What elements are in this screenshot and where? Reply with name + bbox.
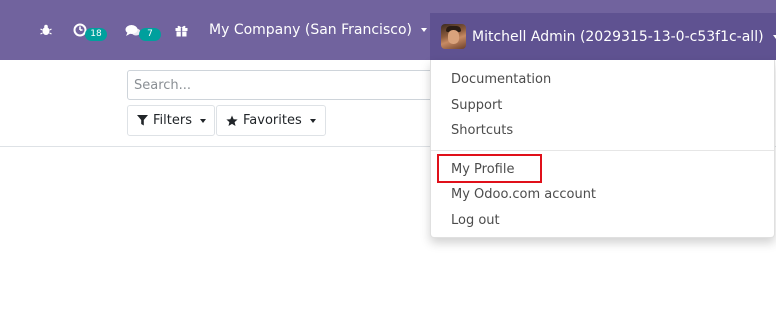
- activities-badge: 18: [85, 28, 107, 41]
- menu-item-odoo-account[interactable]: My Odoo.com account: [451, 187, 596, 202]
- search-field[interactable]: [127, 70, 447, 100]
- filter-icon: [137, 115, 148, 126]
- star-icon: [226, 115, 238, 127]
- company-name: My Company (San Francisco): [209, 22, 412, 38]
- messages-button[interactable]: 7: [125, 0, 161, 60]
- menu-item-log-out[interactable]: Log out: [451, 213, 500, 228]
- filters-button[interactable]: Filters: [127, 105, 215, 136]
- menu-item-shortcuts[interactable]: Shortcuts: [451, 123, 513, 138]
- menu-divider: [431, 150, 774, 151]
- favorites-label: Favorites: [243, 113, 302, 128]
- chevron-down-icon: [772, 34, 776, 39]
- filters-label: Filters: [153, 113, 192, 128]
- activities-button[interactable]: 18: [73, 0, 107, 60]
- company-switcher[interactable]: My Company (San Francisco): [209, 0, 427, 60]
- chevron-down-icon: [420, 28, 427, 32]
- user-name-toggle[interactable]: Mitchell Admin (2029315-13-0-c53f1c-all): [472, 13, 776, 60]
- menu-item-documentation[interactable]: Documentation: [451, 72, 551, 87]
- chevron-down-icon: [309, 118, 316, 123]
- gift-button[interactable]: [175, 0, 188, 60]
- favorites-button[interactable]: Favorites: [216, 105, 326, 136]
- search-input[interactable]: [128, 71, 446, 99]
- avatar: [441, 24, 466, 49]
- user-name: Mitchell Admin (2029315-13-0-c53f1c-all): [472, 28, 764, 45]
- chevron-down-icon: [199, 118, 206, 123]
- messages-badge: 7: [139, 28, 161, 41]
- menu-item-support[interactable]: Support: [451, 98, 502, 113]
- highlight-box: [437, 154, 542, 183]
- bug-icon: [40, 24, 52, 35]
- gift-icon: [175, 25, 188, 36]
- debug-icon[interactable]: [40, 0, 52, 60]
- user-dropdown-menu: Documentation Support Shortcuts My Profi…: [430, 60, 775, 238]
